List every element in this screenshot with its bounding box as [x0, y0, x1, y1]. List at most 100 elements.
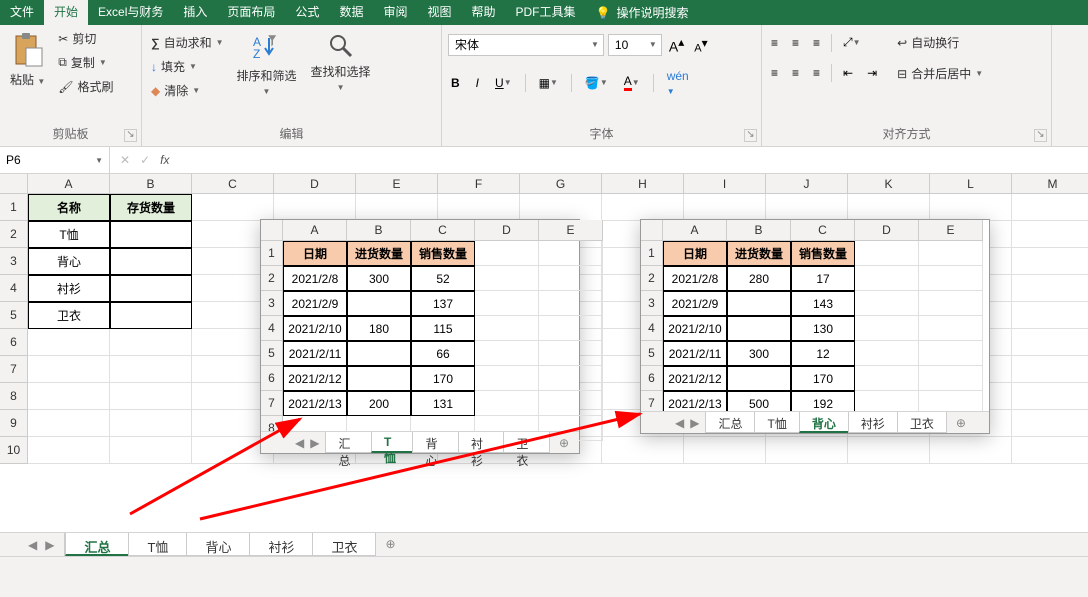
cell[interactable] [539, 341, 603, 366]
cell[interactable] [347, 341, 411, 366]
cell[interactable] [930, 194, 1012, 221]
phonetic-button[interactable]: wén▼ [664, 66, 692, 100]
cell[interactable] [539, 291, 603, 316]
cell[interactable]: 2021/2/11 [663, 341, 727, 366]
row-header[interactable]: 10 [0, 437, 28, 464]
sheet-tab[interactable]: 汇总 [65, 533, 129, 556]
tab-nav-next[interactable]: ▶ [45, 538, 54, 552]
cell[interactable] [110, 248, 192, 275]
cell[interactable]: 名称 [28, 194, 110, 221]
col-header[interactable]: K [848, 174, 930, 194]
cell[interactable]: 进货数量 [727, 241, 791, 266]
row-header[interactable]: 3 [0, 248, 28, 275]
col-header[interactable]: I [684, 174, 766, 194]
copy-button[interactable]: ⧉复制 ▼ [55, 52, 116, 73]
cell[interactable] [28, 329, 110, 356]
cell[interactable] [855, 316, 919, 341]
menu-review[interactable]: 审阅 [373, 0, 417, 25]
cell[interactable] [766, 437, 848, 464]
wrap-text-button[interactable]: ↩自动换行 [894, 32, 986, 53]
sheet-tab[interactable]: 背心 [186, 533, 250, 556]
font-name-combo[interactable]: 宋体▼ [448, 34, 604, 56]
cell[interactable]: 300 [347, 266, 411, 291]
menu-help[interactable]: 帮助 [461, 0, 505, 25]
col-header[interactable]: C [411, 220, 475, 241]
cell[interactable] [438, 194, 520, 221]
font-color-button[interactable]: A ▼ [621, 71, 643, 94]
increase-font-button[interactable]: A▴ [666, 32, 687, 58]
cell[interactable] [1012, 221, 1088, 248]
paste-button[interactable]: 粘贴 ▼ [6, 28, 49, 88]
cell[interactable] [110, 410, 192, 437]
cell[interactable]: 存货数量 [110, 194, 192, 221]
cell[interactable]: 2021/2/8 [663, 266, 727, 291]
col-header[interactable]: A [28, 174, 110, 194]
cell[interactable] [110, 221, 192, 248]
autosum-button[interactable]: ∑自动求和 ▼ [148, 32, 227, 53]
cell[interactable] [684, 437, 766, 464]
cell[interactable] [919, 366, 983, 391]
row-header[interactable]: 7 [261, 391, 283, 416]
cell[interactable]: 日期 [283, 241, 347, 266]
col-header[interactable]: A [283, 220, 347, 241]
align-top-button[interactable]: ≡ [768, 33, 781, 53]
align-left-button[interactable]: ≡ [768, 63, 781, 83]
sheet-tab[interactable]: T恤 [754, 412, 799, 433]
cell[interactable] [727, 291, 791, 316]
cell[interactable] [1012, 329, 1088, 356]
accept-formula-button[interactable]: ✓ [140, 153, 150, 167]
sheet-tab[interactable]: 衬衫 [848, 412, 898, 433]
cell[interactable] [602, 194, 684, 221]
cell[interactable]: 背心 [28, 248, 110, 275]
font-size-combo[interactable]: 10▼ [608, 34, 662, 56]
row-header[interactable]: 1 [0, 194, 28, 221]
merge-center-button[interactable]: ⊟合并后居中 ▼ [894, 63, 986, 84]
row-header[interactable]: 2 [641, 266, 663, 291]
cell[interactable]: 2021/2/10 [283, 316, 347, 341]
menu-insert[interactable]: 插入 [173, 0, 217, 25]
cell[interactable] [1012, 275, 1088, 302]
fill-button[interactable]: ↓填充 ▼ [148, 56, 227, 77]
col-header[interactable]: C [192, 174, 274, 194]
cell[interactable]: 170 [791, 366, 855, 391]
col-header[interactable]: G [520, 174, 602, 194]
cell[interactable]: 日期 [663, 241, 727, 266]
cell[interactable]: 销售数量 [791, 241, 855, 266]
align-bottom-button[interactable]: ≡ [810, 33, 823, 53]
col-header[interactable]: C [791, 220, 855, 241]
cell[interactable] [274, 194, 356, 221]
cell[interactable] [110, 329, 192, 356]
cell[interactable] [930, 437, 1012, 464]
row-header[interactable]: 5 [261, 341, 283, 366]
cell[interactable]: 销售数量 [411, 241, 475, 266]
increase-indent-button[interactable]: ⇥ [864, 63, 880, 83]
cell[interactable] [539, 241, 603, 266]
cell[interactable]: 170 [411, 366, 475, 391]
sheet-tab[interactable]: 汇总 [325, 432, 371, 453]
cell[interactable]: 17 [791, 266, 855, 291]
cell[interactable] [28, 356, 110, 383]
cell[interactable] [475, 391, 539, 416]
cell[interactable] [855, 341, 919, 366]
col-header[interactable]: E [539, 220, 603, 241]
cell[interactable] [28, 437, 110, 464]
cell[interactable] [1012, 194, 1088, 221]
row-header[interactable]: 8 [0, 383, 28, 410]
menu-home[interactable]: 开始 [44, 0, 88, 25]
col-header[interactable]: D [475, 220, 539, 241]
cell[interactable] [110, 437, 192, 464]
cell[interactable] [539, 391, 603, 416]
cell[interactable] [727, 366, 791, 391]
cell[interactable] [475, 241, 539, 266]
cell[interactable] [684, 194, 766, 221]
cell[interactable] [727, 316, 791, 341]
col-header[interactable]: D [855, 220, 919, 241]
menu-pdf[interactable]: PDF工具集 [506, 0, 586, 25]
decrease-font-button[interactable]: A▾ [691, 33, 710, 58]
sheet-tab[interactable]: 汇总 [705, 412, 755, 433]
select-all-button[interactable] [0, 174, 28, 194]
row-header[interactable]: 6 [0, 329, 28, 356]
col-headers[interactable]: ABCDE [283, 220, 603, 241]
col-header[interactable]: D [274, 174, 356, 194]
row-header[interactable]: 5 [0, 302, 28, 329]
